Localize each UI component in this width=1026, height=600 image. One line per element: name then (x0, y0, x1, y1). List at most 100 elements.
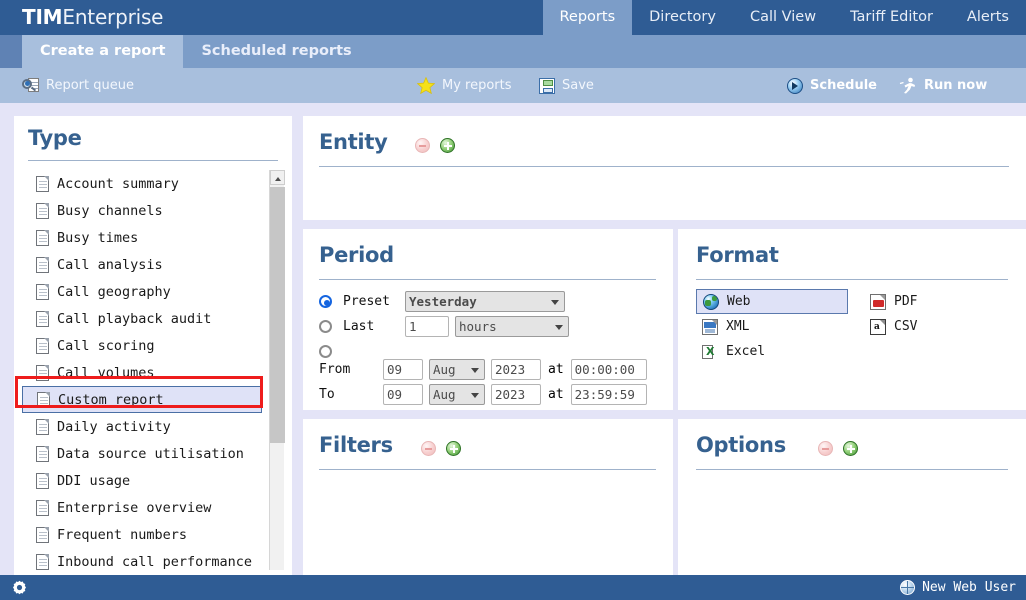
format-option-label: PDF (894, 294, 917, 309)
report-type-list[interactable]: Account summary Busy channels Busy times Ca… (22, 170, 284, 570)
document-icon (36, 203, 49, 219)
type-list-item[interactable]: Call analysis (22, 251, 284, 278)
type-list-item[interactable]: Frequent numbers (22, 521, 284, 548)
document-icon (36, 419, 49, 435)
entity-add-icon[interactable] (440, 138, 455, 153)
report-queue-icon (22, 78, 39, 93)
schedule-button[interactable]: Schedule (787, 68, 877, 103)
preset-row: Preset YesterdayTodayThis weekLast weekT… (319, 289, 569, 314)
document-icon (36, 527, 49, 543)
current-user-label: New Web User (922, 580, 1016, 595)
preset-radio[interactable] (319, 295, 332, 308)
options-panel-title: Options (696, 433, 786, 457)
preset-label: Preset (343, 294, 405, 309)
nav-tab-tariff-editor[interactable]: Tariff Editor (833, 0, 950, 35)
document-icon (36, 176, 49, 192)
filters-add-icon[interactable] (446, 441, 461, 456)
report-queue-button[interactable]: Report queue (22, 68, 134, 103)
type-list-item-label: Call volumes (57, 365, 155, 381)
format-option-web[interactable]: Web (696, 289, 848, 314)
format-option-label: Excel (726, 344, 765, 359)
type-list-item[interactable]: Inbound call performance (22, 548, 284, 570)
type-list-item[interactable]: Call scoring (22, 332, 284, 359)
type-list-item[interactable]: Call geography (22, 278, 284, 305)
document-icon (36, 473, 49, 489)
my-reports-button[interactable]: My reports (417, 68, 512, 103)
document-icon (36, 311, 49, 327)
settings-gear-icon[interactable] (12, 580, 27, 595)
type-panel: Type Account summary Busy channels Busy ti… (14, 116, 292, 578)
type-list-item[interactable]: Account summary (22, 170, 284, 197)
type-list-item[interactable]: Call volumes (22, 359, 284, 386)
from-year-input[interactable] (491, 359, 541, 380)
type-list-item[interactable]: Daily activity (22, 413, 284, 440)
nav-tab-call-view[interactable]: Call View (733, 0, 833, 35)
save-button[interactable]: Save (539, 68, 594, 103)
sub-tab-scheduled-reports[interactable]: Scheduled reports (183, 35, 369, 68)
type-list-item-label: Frequent numbers (57, 527, 187, 543)
type-list-item[interactable]: DDI usage (22, 467, 284, 494)
type-list-item-label: Call analysis (57, 257, 163, 273)
type-list-item-selected[interactable]: Custom report (22, 386, 262, 413)
logo-light: Enterprise (62, 5, 163, 29)
type-list-item-label: Custom report (58, 392, 164, 408)
xml-format-icon (702, 319, 718, 335)
to-at-label: at (548, 387, 564, 402)
to-month-select[interactable]: JanFebMarAprMayJunJulAugSepOctNovDec (429, 384, 485, 405)
type-list-item[interactable]: Busy channels (22, 197, 284, 224)
scroll-up-arrow-icon[interactable] (270, 170, 285, 185)
last-radio[interactable] (319, 320, 332, 333)
type-list-item-label: Busy channels (57, 203, 163, 219)
options-panel: Options (678, 419, 1026, 578)
type-list-item[interactable]: Enterprise overview (22, 494, 284, 521)
logo-bold: TIM (22, 5, 62, 29)
options-add-icon[interactable] (843, 441, 858, 456)
from-label: From (319, 362, 359, 377)
filters-remove-icon[interactable] (421, 441, 436, 456)
last-count-input[interactable] (405, 316, 449, 337)
to-year-input[interactable] (491, 384, 541, 405)
type-list-scrollbar[interactable] (269, 170, 284, 570)
from-time-input[interactable] (571, 359, 647, 380)
action-toolbar: Report queue My reports Save Schedule (0, 68, 1026, 103)
options-panel-controls (818, 441, 858, 456)
document-icon (36, 284, 49, 300)
entity-remove-icon[interactable] (415, 138, 430, 153)
status-bar-user[interactable]: New Web User (900, 575, 1016, 600)
type-list-item[interactable]: Data source utilisation (22, 440, 284, 467)
to-time-input[interactable] (571, 384, 647, 405)
nav-tab-directory[interactable]: Directory (632, 0, 733, 35)
scrollbar-thumb[interactable] (270, 187, 285, 443)
entity-panel-rule (319, 166, 1009, 167)
filters-panel-rule (319, 469, 656, 470)
type-list-item-label: DDI usage (57, 473, 130, 489)
to-day-input[interactable] (383, 384, 423, 405)
type-panel-title: Type (28, 126, 82, 150)
nav-tab-reports[interactable]: Reports (543, 0, 633, 35)
type-list-item[interactable]: Call playback audit (22, 305, 284, 332)
document-icon (36, 500, 49, 516)
nav-tab-alerts[interactable]: Alerts (950, 0, 1026, 35)
preset-select[interactable]: YesterdayTodayThis weekLast weekThis mon… (405, 291, 565, 312)
filters-panel-controls (421, 441, 461, 456)
run-now-button[interactable]: Run now (899, 68, 987, 103)
sub-navigation-bar: Create a reportScheduled reports (0, 35, 1026, 68)
format-option-xml[interactable]: XML (696, 314, 848, 339)
status-bar: New Web User (0, 575, 1026, 600)
format-option-pdf[interactable]: PDF (864, 289, 923, 314)
date-range-form: From JanFebMarAprMayJunJulAugSepOctNovDe… (319, 357, 647, 407)
period-form: Preset YesterdayTodayThis weekLast weekT… (319, 289, 569, 364)
document-icon (36, 257, 49, 273)
format-option-csv[interactable]: aCSV (864, 314, 923, 339)
format-option-excel[interactable]: XExcel (696, 339, 848, 364)
main-navigation: ReportsDirectoryCall ViewTariff EditorAl… (543, 0, 1026, 35)
from-day-input[interactable] (383, 359, 423, 380)
format-option-label: XML (726, 319, 749, 334)
from-month-select[interactable]: JanFebMarAprMayJunJulAugSepOctNovDec (429, 359, 485, 380)
last-unit-select[interactable]: hoursdaysweeksmonths (455, 316, 569, 337)
type-list-item[interactable]: Busy times (22, 224, 284, 251)
options-remove-icon[interactable] (818, 441, 833, 456)
report-queue-label: Report queue (46, 78, 134, 93)
from-row: From JanFebMarAprMayJunJulAugSepOctNovDe… (319, 357, 647, 382)
sub-tab-create-a-report[interactable]: Create a report (22, 35, 183, 68)
